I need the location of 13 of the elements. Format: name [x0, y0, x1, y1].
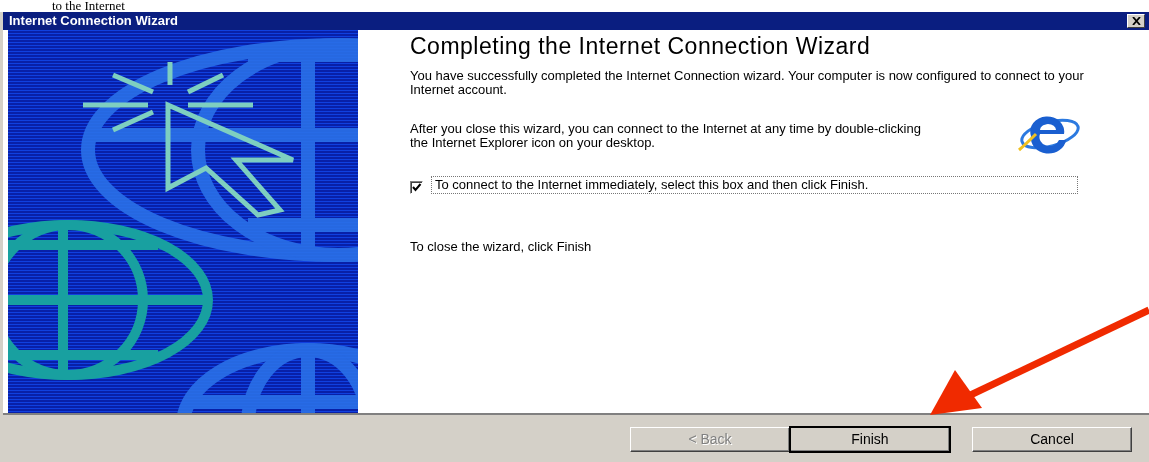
finish-button[interactable]: Finish: [790, 427, 950, 452]
close-icon: [1131, 17, 1141, 25]
closing-text: To close the wizard, click Finish: [410, 240, 593, 254]
window-title: Internet Connection Wizard: [9, 12, 178, 31]
checkbox-label[interactable]: To connect to the Internet immediately, select this box and then click Finish.: [431, 176, 1078, 194]
document-text: to the Internet: [52, 0, 125, 13]
wizard-heading: Completing the Internet Connection Wizard: [410, 36, 872, 57]
close-button[interactable]: [1127, 14, 1145, 28]
cancel-button[interactable]: Cancel: [972, 427, 1132, 452]
browser-logo-icon: [1016, 116, 1080, 156]
instruction-text: After you close this wizard, you can connect to the Internet at any time by double-clicking the Internet Explorer icon on your desktop.: [410, 122, 922, 150]
completion-message: You have successfully completed the Internet Connection wizard. Your computer is now configured to connect to your Internet account.: [410, 69, 1085, 97]
connect-checkbox[interactable]: [410, 181, 423, 194]
